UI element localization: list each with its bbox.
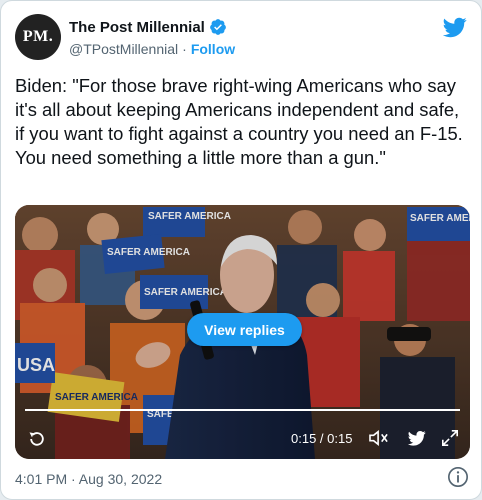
view-replies-button[interactable]: View replies: [187, 313, 302, 346]
tweet-timestamp[interactable]: 4:01 PM · Aug 30, 2022: [15, 471, 162, 487]
follow-button[interactable]: Follow: [191, 41, 235, 57]
tweet-embed-card[interactable]: PM. The Post Millennial @TPostMillennial…: [0, 0, 482, 500]
handle-row: @TPostMillennial · Follow: [69, 41, 235, 57]
replay-icon[interactable]: [27, 429, 47, 449]
handle[interactable]: @TPostMillennial: [69, 41, 178, 57]
separator: ·: [182, 41, 187, 57]
avatar-text: PM.: [22, 28, 54, 45]
display-name[interactable]: The Post Millennial: [69, 19, 205, 36]
expand-icon[interactable]: [441, 429, 459, 447]
video-timecode: 0:15 / 0:15: [291, 431, 353, 446]
video-progress-bar[interactable]: [25, 409, 460, 411]
info-icon[interactable]: [447, 466, 469, 488]
avatar[interactable]: PM.: [15, 14, 61, 60]
tweet-text: Biden: "For those brave right-wing Ameri…: [15, 75, 463, 168]
verified-badge-icon: [209, 19, 226, 35]
twitter-small-icon[interactable]: [407, 429, 427, 447]
twitter-bird-icon[interactable]: [443, 15, 467, 39]
volume-icon[interactable]: [368, 429, 390, 447]
author-name-row: The Post Millennial: [69, 18, 227, 36]
